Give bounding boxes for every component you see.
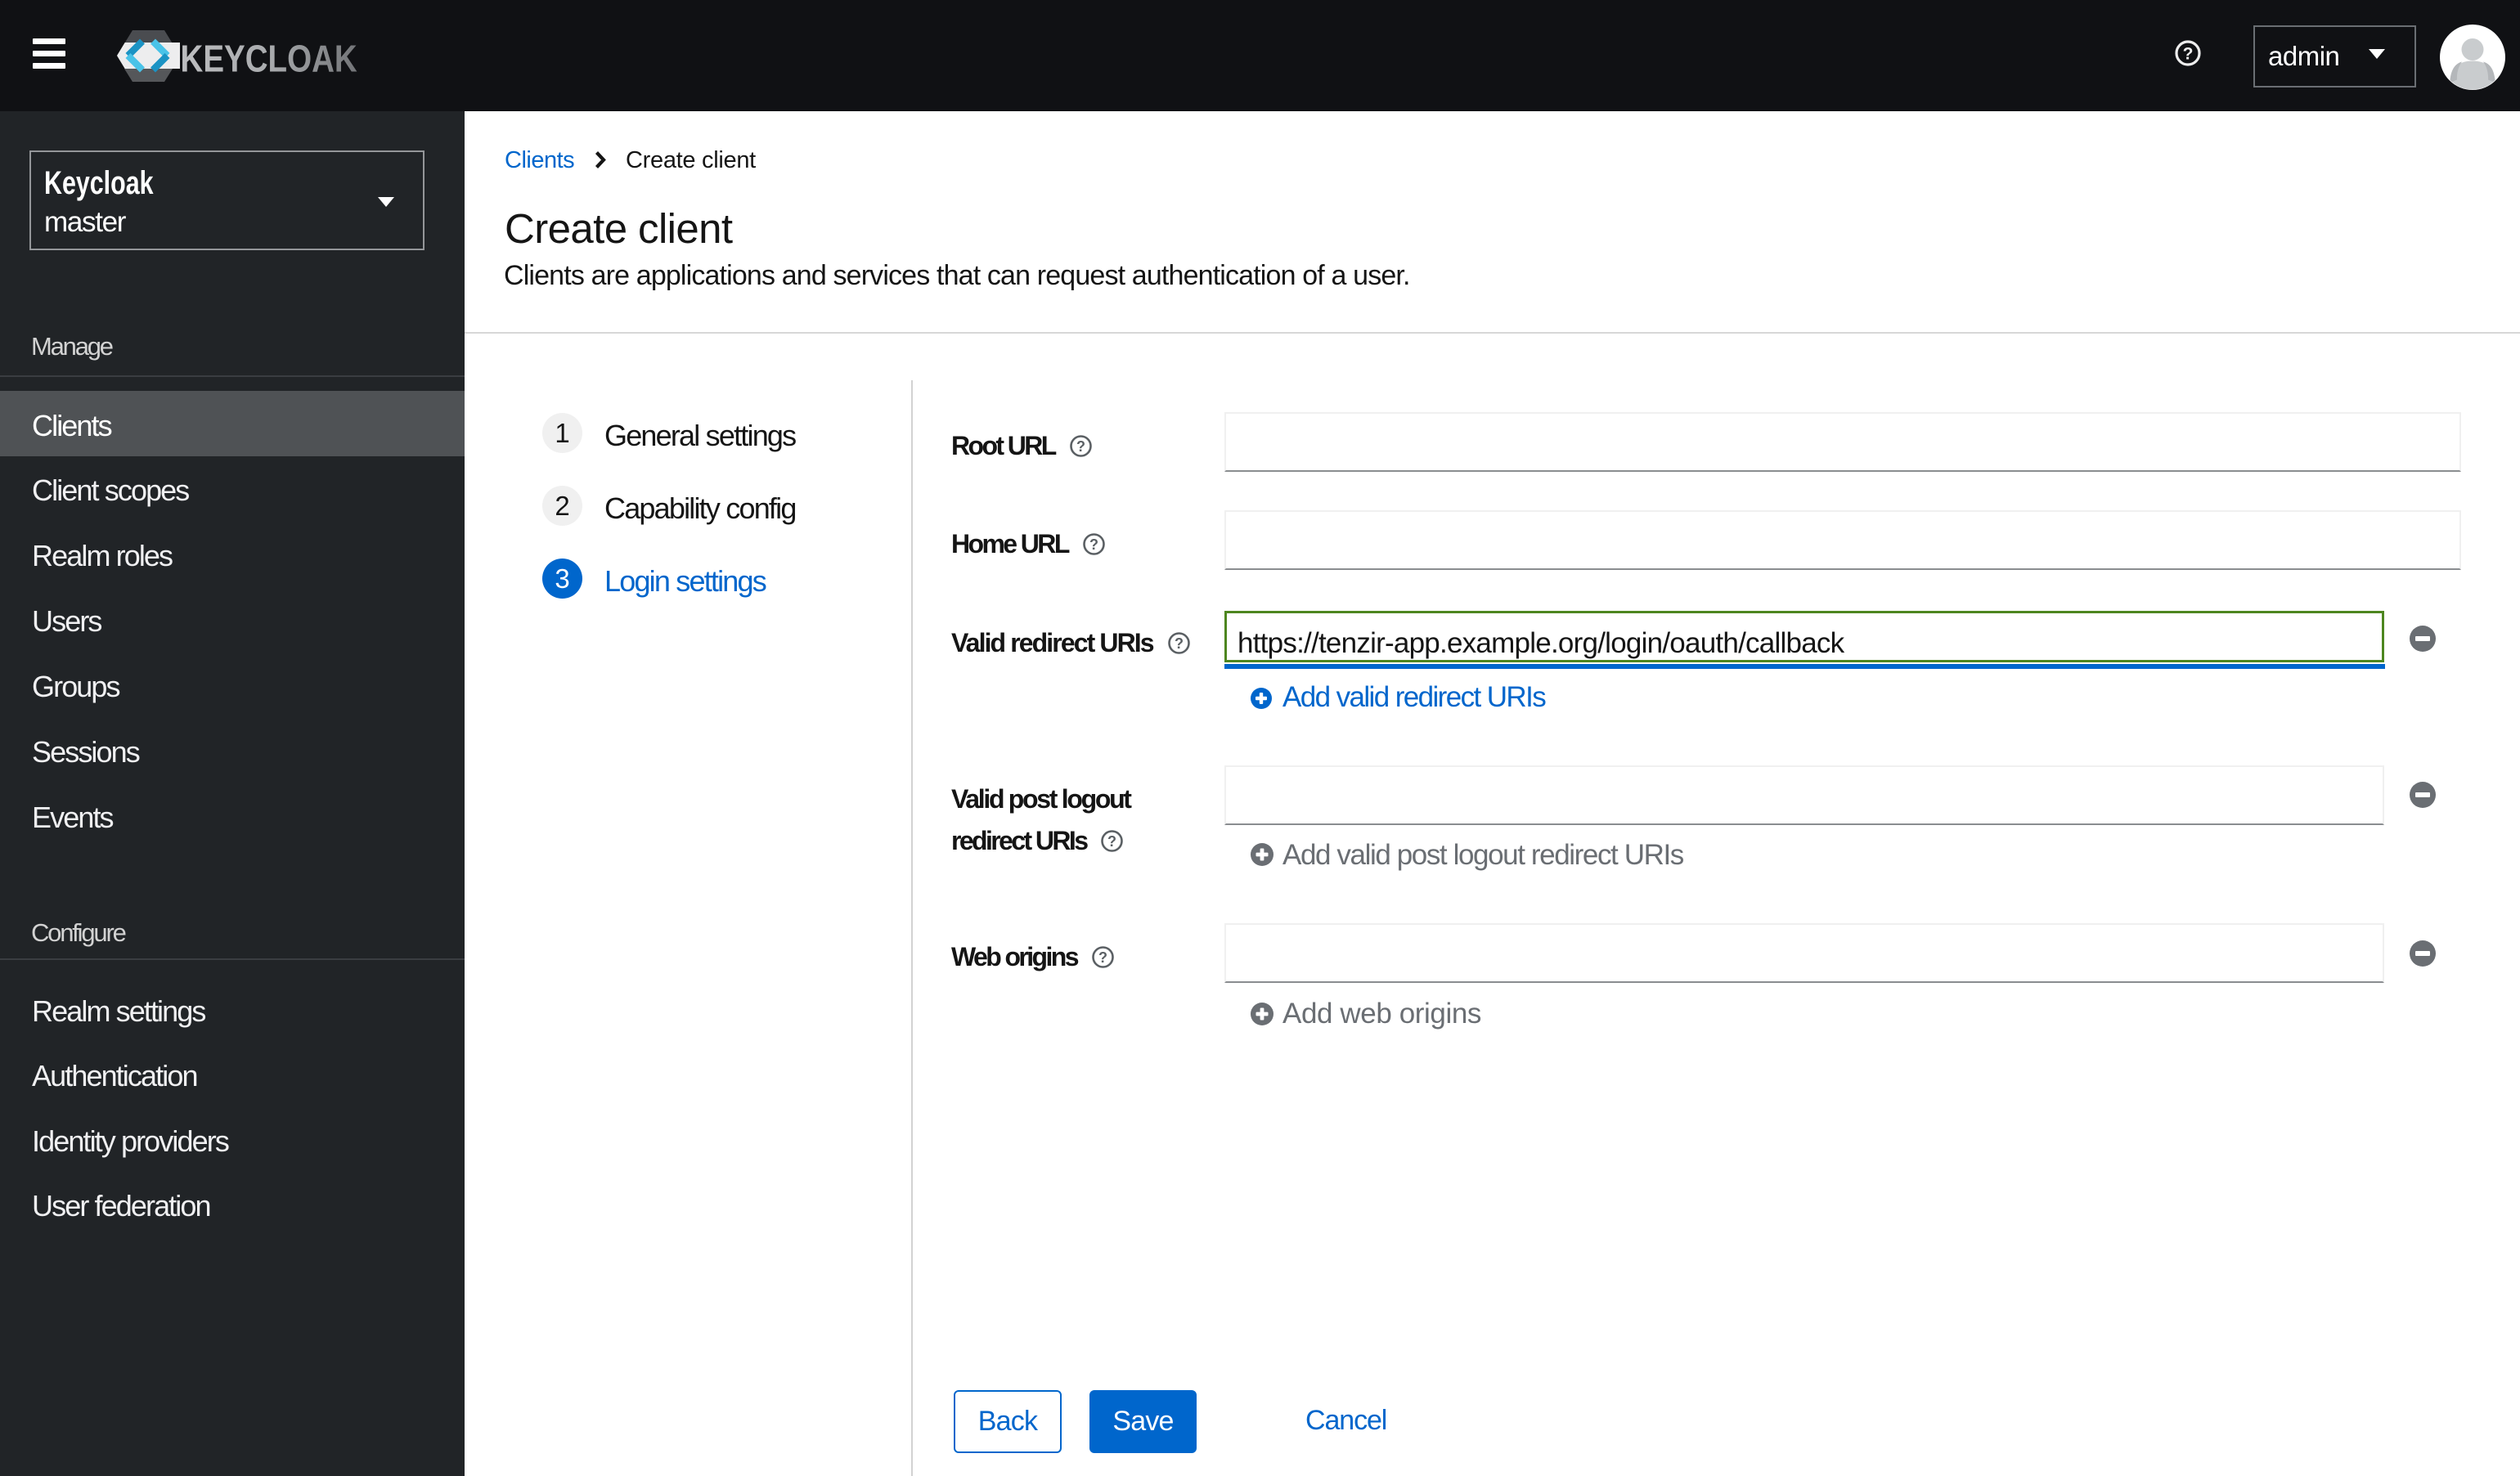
svg-text:KEYCLOAK: KEYCLOAK	[181, 38, 358, 79]
svg-text:?: ?	[1107, 833, 1116, 850]
svg-text:?: ?	[1089, 536, 1098, 553]
svg-text:?: ?	[1175, 635, 1184, 652]
svg-text:?: ?	[2183, 45, 2194, 64]
svg-text:?: ?	[1076, 438, 1085, 455]
svg-text:?: ?	[1098, 949, 1107, 966]
